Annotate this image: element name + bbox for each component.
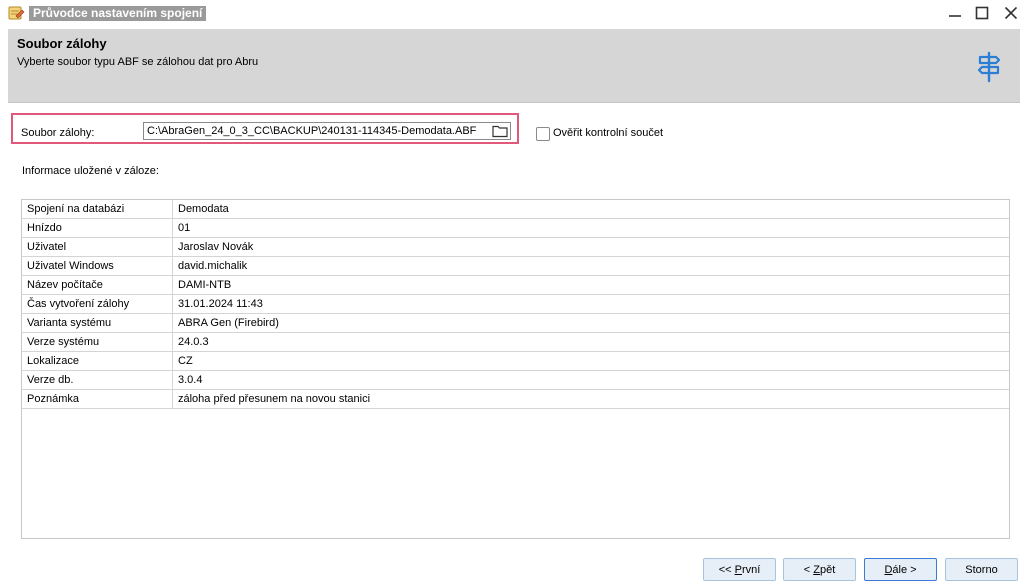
page-subtitle: Vyberte soubor typu ABF se zálohou dat p… xyxy=(17,56,259,68)
row-key: Lokalizace xyxy=(22,352,173,370)
row-value: záloha před přesunem na novou stanici xyxy=(178,393,371,405)
window-title: Průvodce nastavením spojení xyxy=(29,6,207,21)
next-button-label: ále > xyxy=(892,563,917,576)
row-value: DAMI-NTB xyxy=(178,279,232,291)
row-key: Čas vytvoření zálohy xyxy=(22,295,173,313)
table-row: Název počítače DAMI-NTB xyxy=(22,276,1009,295)
maximize-icon xyxy=(975,6,989,20)
verify-checksum-label[interactable]: Ověřit kontrolní součet xyxy=(553,127,663,139)
file-path-input[interactable]: C:\AbraGen_24_0_3_CC\BACKUP\240131-11434… xyxy=(143,122,511,140)
back-button[interactable]: < Zpět xyxy=(783,558,856,581)
header-separator xyxy=(8,102,1020,103)
signpost-icon xyxy=(977,51,1001,83)
row-key: Verze db. xyxy=(22,371,173,389)
row-value: Demodata xyxy=(178,203,229,215)
row-key: Varianta systému xyxy=(22,314,173,332)
first-button-label: rvní xyxy=(741,563,761,576)
page-title: Soubor zálohy xyxy=(17,36,107,51)
minimize-button[interactable] xyxy=(940,0,970,26)
row-value: 24.0.3 xyxy=(178,336,209,348)
title-bar: Průvodce nastavením spojení xyxy=(0,0,1028,26)
back-button-prefix: < xyxy=(803,563,814,576)
next-button-access-key: D xyxy=(884,563,893,576)
minimize-icon xyxy=(949,15,961,17)
table-row: Poznámka záloha před přesunem na novou s… xyxy=(22,390,1009,409)
back-button-access-key: Z xyxy=(813,563,820,576)
row-value: ABRA Gen (Firebird) xyxy=(178,317,279,329)
table-row: Spojení na databázi Demodata xyxy=(22,200,1009,219)
file-path-value: C:\AbraGen_24_0_3_CC\BACKUP\240131-11434… xyxy=(147,125,477,137)
app-icon xyxy=(8,6,25,20)
row-value: CZ xyxy=(178,355,193,367)
table-row: Lokalizace CZ xyxy=(22,352,1009,371)
table-row: Varianta systému ABRA Gen (Firebird) xyxy=(22,314,1009,333)
verify-checksum-checkbox[interactable] xyxy=(536,127,550,141)
back-button-label: pět xyxy=(819,563,836,576)
row-value: Jaroslav Novák xyxy=(178,241,254,253)
first-button-prefix: << xyxy=(718,563,735,576)
row-key: Poznámka xyxy=(22,390,173,408)
row-key: Název počítače xyxy=(22,276,173,294)
close-button[interactable] xyxy=(996,0,1026,26)
maximize-button[interactable] xyxy=(967,0,997,26)
next-button[interactable]: Dále > xyxy=(864,558,937,581)
row-value: david.michalik xyxy=(178,260,248,272)
cancel-button[interactable]: Storno xyxy=(945,558,1018,581)
row-key: Verze systému xyxy=(22,333,173,351)
file-label: Soubor zálohy: xyxy=(21,127,95,139)
row-value: 31.01.2024 11:43 xyxy=(178,298,263,310)
table-row: Verze systému 24.0.3 xyxy=(22,333,1009,352)
wizard-header: Soubor zálohy Vyberte soubor typu ABF se… xyxy=(8,29,1020,102)
row-value: 01 xyxy=(178,222,191,234)
first-button[interactable]: << První xyxy=(703,558,776,581)
first-button-access-key: P xyxy=(734,563,742,576)
close-icon xyxy=(1004,6,1018,20)
table-row: Hnízdo 01 xyxy=(22,219,1009,238)
backup-info-grid: Spojení na databázi Demodata Hnízdo 01 U… xyxy=(21,199,1010,539)
row-key: Hnízdo xyxy=(22,219,173,237)
backup-info-label: Informace uložené v záloze: xyxy=(22,165,159,177)
folder-icon[interactable] xyxy=(492,124,508,138)
table-row: Čas vytvoření zálohy 31.01.2024 11:43 xyxy=(22,295,1009,314)
cancel-button-label: Storno xyxy=(965,563,998,576)
row-key: Uživatel xyxy=(22,238,173,256)
table-row: Uživatel Jaroslav Novák xyxy=(22,238,1009,257)
row-key: Spojení na databázi xyxy=(22,200,173,218)
table-row: Uživatel Windows david.michalik xyxy=(22,257,1009,276)
row-key: Uživatel Windows xyxy=(22,257,173,275)
table-row: Verze db. 3.0.4 xyxy=(22,371,1009,390)
row-value: 3.0.4 xyxy=(178,374,203,386)
